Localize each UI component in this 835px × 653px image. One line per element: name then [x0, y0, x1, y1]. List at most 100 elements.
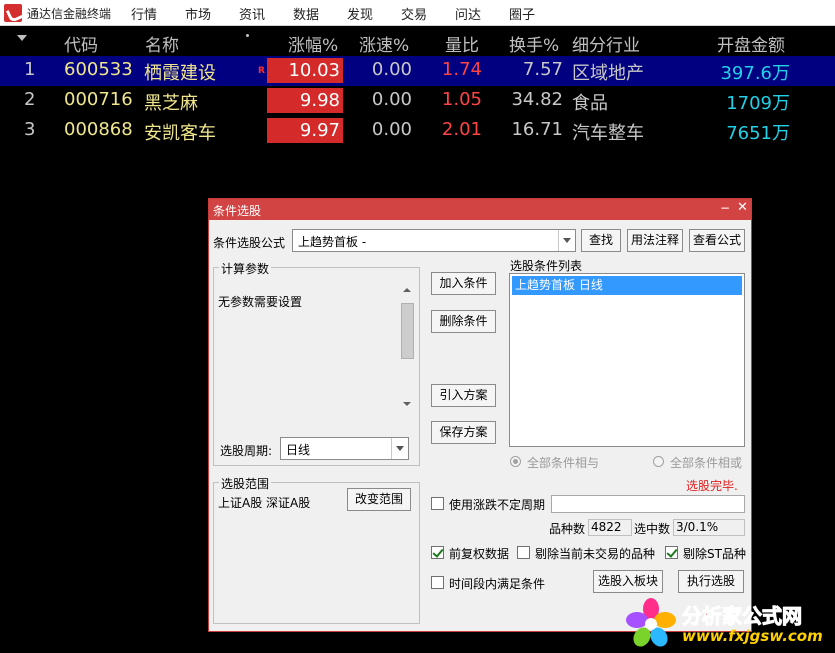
- view-formula-button[interactable]: 查看公式: [689, 229, 745, 252]
- menu-data[interactable]: 数据: [293, 4, 319, 23]
- period-label: 选股周期:: [220, 444, 273, 458]
- import-plan-button[interactable]: 引入方案: [431, 384, 496, 407]
- minimize-icon[interactable]: −: [720, 201, 730, 215]
- stock-grid-header: 代码 名称 涨幅% 涨速% 量比 换手% 细分行业 开盘金额: [0, 26, 835, 56]
- dialog-title: 条件选股: [213, 204, 262, 218]
- condition-select-dialog: 条件选股 − ✕ 条件选股公式 上趋势首板 - 查找 用法注释 查看公式 计算参…: [208, 198, 752, 632]
- use-period-label: 使用涨跌不定周期: [449, 498, 546, 512]
- menu-quotes[interactable]: 行情: [131, 4, 157, 23]
- column-turnover-pct[interactable]: 换手%: [509, 31, 559, 56]
- volume-ratio: 1.74: [441, 59, 482, 80]
- chevron-down-icon[interactable]: [391, 438, 408, 459]
- menu-bar: 通达信金融终端 行情 市场 资讯 数据 发现 交易 问达 圈子: [0, 0, 835, 26]
- radio-or-label[interactable]: 全部条件相或: [670, 454, 742, 471]
- scroll-thumb[interactable]: [401, 303, 414, 359]
- range-text: 上证A股 深证A股: [218, 496, 311, 510]
- radio-or[interactable]: [653, 456, 664, 467]
- menu-ask[interactable]: 问达: [455, 4, 481, 23]
- column-code[interactable]: 代码: [64, 31, 98, 56]
- speed-pct: 0.00: [371, 89, 412, 110]
- stock-row[interactable]: 2 000716 黑芝麻 9.98 0.00 1.05 34.82 食品 170…: [0, 86, 835, 116]
- column-marker-icon: [246, 34, 249, 37]
- row-index: 2: [24, 89, 36, 110]
- count-label: 品种数: [549, 522, 586, 536]
- condition-list[interactable]: 上趋势首板 日线: [509, 273, 745, 447]
- dialog-titlebar[interactable]: 条件选股 − ✕: [209, 199, 751, 220]
- speed-pct: 0.00: [371, 59, 412, 80]
- column-volume-ratio[interactable]: 量比: [445, 31, 479, 56]
- period-select-value: 日线: [286, 443, 311, 457]
- adjusted-data-checkbox[interactable]: [431, 546, 444, 559]
- column-industry[interactable]: 细分行业: [572, 31, 640, 56]
- menu-market[interactable]: 市场: [185, 4, 211, 23]
- save-plan-button[interactable]: 保存方案: [431, 421, 496, 444]
- condition-list-title: 选股条件列表: [510, 259, 583, 273]
- radio-and-label[interactable]: 全部条件相与: [527, 454, 599, 471]
- scroll-down-icon[interactable]: [403, 402, 411, 406]
- turnover-pct: 34.82: [511, 89, 563, 110]
- volume-ratio: 1.05: [441, 89, 482, 110]
- row-index: 3: [24, 119, 36, 140]
- stock-flag: R: [258, 66, 265, 76]
- stock-name: 栖霞建设: [144, 63, 216, 84]
- exclude-st-label: 剔除ST品种: [683, 547, 746, 561]
- formula-select-value: 上趋势首板 -: [298, 235, 367, 249]
- params-text: 无参数需要设置: [218, 295, 303, 309]
- close-icon[interactable]: ✕: [737, 200, 748, 215]
- column-open-amount[interactable]: 开盘金额: [717, 31, 785, 56]
- open-amount: 7651万: [726, 123, 790, 144]
- params-group-title: 计算参数: [219, 260, 272, 277]
- use-period-checkbox[interactable]: [431, 497, 444, 510]
- watermark: 分析家公式网 www.fxjgsw.com: [626, 596, 823, 650]
- menu-news[interactable]: 资讯: [239, 4, 265, 23]
- watermark-title: 分析家公式网: [682, 604, 803, 629]
- industry: 汽车整车: [572, 123, 644, 144]
- radio-and[interactable]: [510, 456, 521, 467]
- column-speed-pct[interactable]: 涨速%: [359, 31, 409, 56]
- find-button[interactable]: 查找: [581, 229, 621, 252]
- speed-pct: 0.00: [371, 119, 412, 140]
- stock-name: 安凯客车: [144, 123, 216, 144]
- params-scrollbar[interactable]: [400, 285, 415, 409]
- period-select[interactable]: 日线: [280, 437, 409, 460]
- column-name[interactable]: 名称: [145, 31, 179, 56]
- to-block-button[interactable]: 选股入板块: [593, 570, 663, 593]
- period-input[interactable]: [551, 495, 745, 513]
- formula-select[interactable]: 上趋势首板 -: [292, 229, 576, 252]
- time-range-checkbox[interactable]: [431, 576, 444, 589]
- stock-code: 600533: [64, 59, 133, 80]
- app-window: 通达信金融终端 行情 市场 资讯 数据 发现 交易 问达 圈子 代码 名称 涨幅…: [0, 0, 835, 653]
- adjusted-data-label: 前复权数据: [449, 547, 510, 561]
- watermark-url: www.fxjgsw.com: [682, 627, 823, 645]
- status-text: 选股完毕.: [686, 479, 738, 493]
- menu-discover[interactable]: 发现: [347, 4, 373, 23]
- menu-trade[interactable]: 交易: [401, 4, 427, 23]
- execute-button[interactable]: 执行选股: [678, 570, 744, 593]
- exclude-untraded-label: 剔除当前未交易的品种: [535, 547, 656, 561]
- sort-menu-icon[interactable]: [17, 35, 27, 41]
- exclude-st-checkbox[interactable]: [665, 546, 678, 559]
- scroll-up-icon[interactable]: [403, 288, 411, 292]
- stock-row[interactable]: 3 000868 安凯客车 9.97 0.00 2.01 16.71 汽车整车 …: [0, 116, 835, 146]
- turnover-pct: 7.57: [522, 59, 563, 80]
- exclude-untraded-checkbox[interactable]: [517, 546, 530, 559]
- change-pct: 9.97: [267, 118, 343, 143]
- formula-label: 条件选股公式: [213, 236, 286, 250]
- turnover-pct: 16.71: [511, 119, 563, 140]
- stock-name: 黑芝麻: [144, 93, 198, 114]
- chevron-down-icon[interactable]: [558, 230, 575, 251]
- column-change-pct[interactable]: 涨幅%: [288, 31, 338, 56]
- flower-logo-icon: [626, 598, 676, 647]
- stock-row[interactable]: 1 600533 栖霞建设 R 10.03 0.00 1.74 7.57 区域地…: [0, 56, 835, 86]
- change-range-button[interactable]: 改变范围: [347, 488, 411, 511]
- add-condition-button[interactable]: 加入条件: [431, 272, 496, 295]
- usage-notes-button[interactable]: 用法注释: [627, 229, 683, 252]
- row-index: 1: [24, 59, 36, 80]
- industry: 食品: [572, 93, 608, 114]
- industry: 区域地产: [572, 63, 644, 84]
- selected-label: 选中数: [634, 522, 671, 536]
- delete-condition-button[interactable]: 删除条件: [431, 310, 496, 333]
- stock-code: 000716: [64, 89, 133, 110]
- condition-list-item[interactable]: 上趋势首板 日线: [512, 276, 742, 295]
- menu-circle[interactable]: 圈子: [509, 4, 535, 23]
